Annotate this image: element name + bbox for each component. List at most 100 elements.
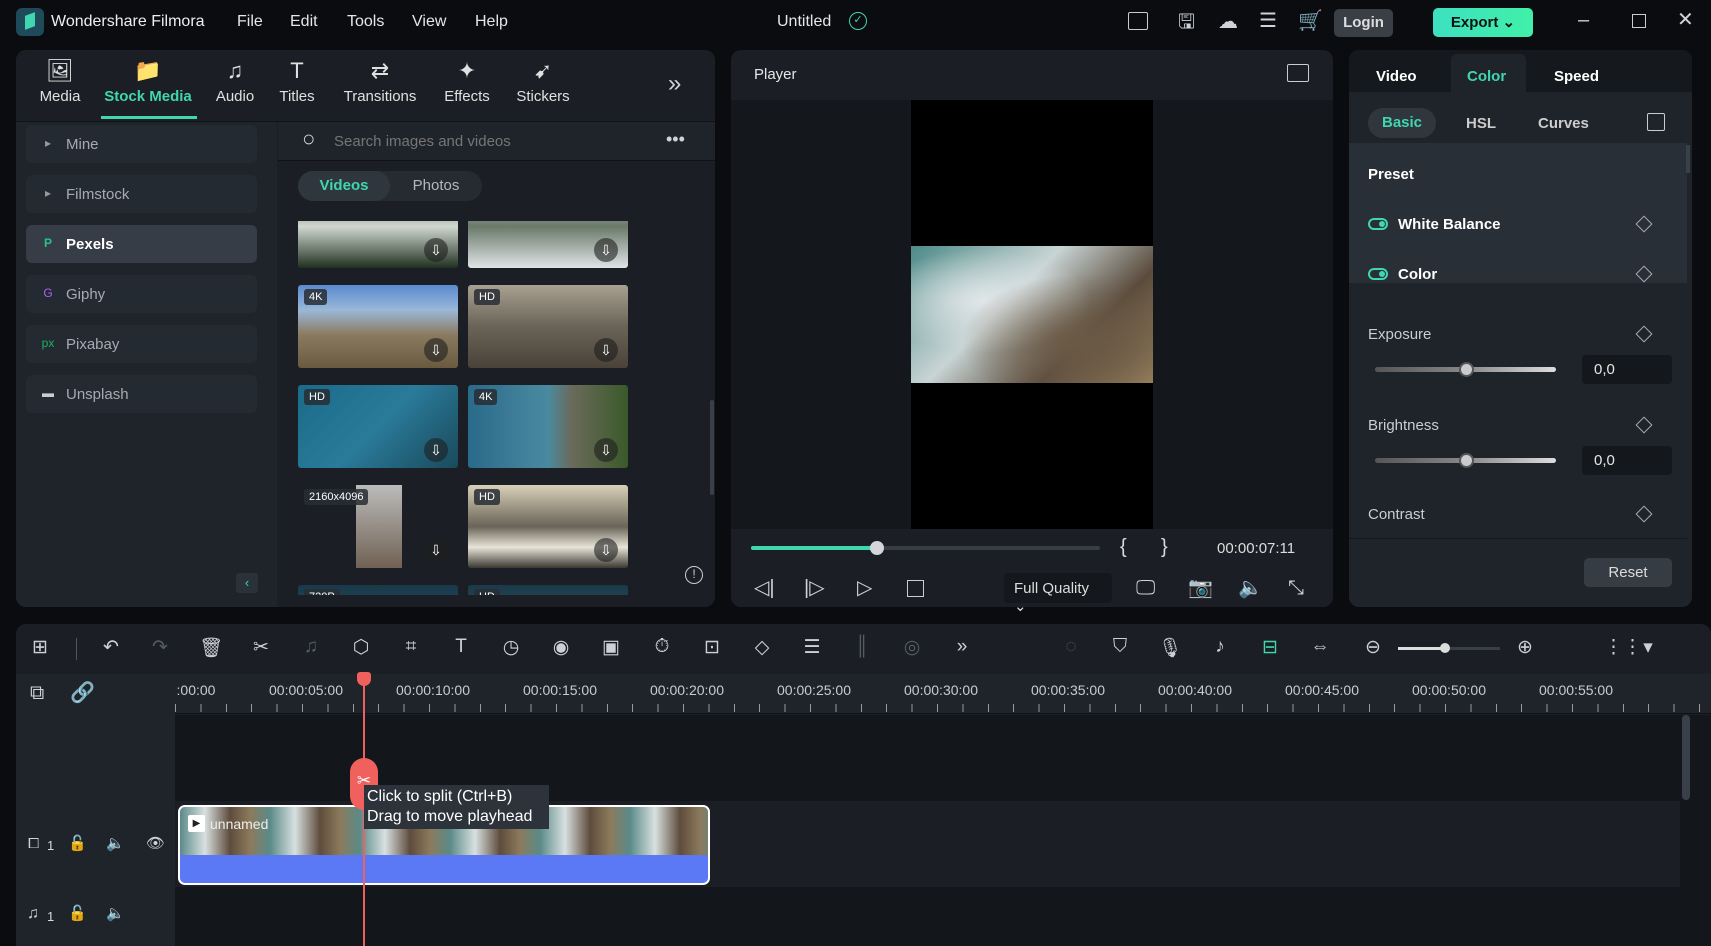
media-thumbnail[interactable]: HD⇩: [468, 285, 628, 368]
tab-color[interactable]: Color: [1467, 68, 1506, 85]
track-volume-icon[interactable]: 🔈: [106, 836, 125, 851]
media-thumbnail[interactable]: HD⇩: [468, 585, 628, 595]
media-thumbnail[interactable]: ⇩: [468, 221, 628, 268]
media-thumbnail[interactable]: 4K ⇩: [468, 385, 628, 468]
menu-file[interactable]: File: [237, 13, 263, 31]
tab-stickers[interactable]: ➹ Stickers: [498, 58, 588, 105]
fit-icon[interactable]: ⇔: [1307, 636, 1333, 658]
speed-icon[interactable]: ◷: [498, 636, 524, 659]
reset-button[interactable]: Reset: [1584, 558, 1672, 587]
adjust-icon[interactable]: ☰: [799, 636, 825, 659]
mic-icon[interactable]: 🎙: [1157, 636, 1183, 660]
scopes-icon[interactable]: [1287, 64, 1309, 82]
cut-icon[interactable]: ✂: [248, 636, 274, 659]
source-mine[interactable]: ▸ Mine: [26, 125, 257, 163]
tab-media[interactable]: 🖼 Media: [15, 58, 105, 105]
source-filmstock[interactable]: ▸ Filmstock: [26, 175, 257, 213]
zoom-knob[interactable]: [1440, 643, 1450, 653]
menu-view[interactable]: View: [412, 13, 446, 31]
tab-titles[interactable]: T Titles: [252, 58, 342, 105]
zoom-slider[interactable]: [1398, 643, 1500, 653]
hamburger-menu-icon[interactable]: ☰: [1259, 11, 1277, 31]
color-toggle[interactable]: [1368, 268, 1388, 280]
menu-edit[interactable]: Edit: [290, 13, 318, 31]
tab-transitions[interactable]: ⇄ Transitions: [335, 58, 425, 105]
marker-icon[interactable]: ⛉: [1107, 636, 1133, 658]
media-thumbnail[interactable]: 2160x4096 ⇩: [298, 485, 458, 568]
tab-stock-media[interactable]: 📁 Stock Media: [103, 58, 193, 105]
stop-icon[interactable]: [907, 580, 924, 597]
tab-video[interactable]: Video: [1376, 68, 1417, 85]
cart-icon[interactable]: 🛒: [1298, 11, 1323, 31]
audio-stretch-icon[interactable]: ║: [849, 636, 875, 658]
subtab-hsl[interactable]: HSL: [1466, 115, 1496, 132]
media-thumbnail[interactable]: HD⇩: [468, 485, 628, 568]
playhead-handle[interactable]: [357, 672, 371, 686]
zoom-out-icon[interactable]: ⊖: [1360, 636, 1386, 659]
ai-portrait-icon[interactable]: ▣: [598, 636, 624, 659]
minimize-icon[interactable]: –: [1578, 10, 1589, 30]
keyframe-tool-icon[interactable]: ◇: [749, 636, 775, 659]
close-icon[interactable]: ✕: [1677, 10, 1694, 30]
download-icon[interactable]: ⇩: [594, 538, 618, 562]
download-icon[interactable]: ⇩: [424, 338, 448, 362]
media-thumbnail[interactable]: HD⇩: [298, 385, 458, 468]
music-list-icon[interactable]: ♪: [1207, 636, 1233, 658]
more-options-icon[interactable]: •••: [666, 130, 685, 148]
slider-knob[interactable]: [1459, 362, 1474, 377]
more-tabs-icon[interactable]: »: [668, 72, 681, 96]
mark-in-button[interactable]: {: [1120, 536, 1127, 559]
white-balance-toggle[interactable]: [1368, 218, 1388, 230]
download-icon[interactable]: ⇩: [594, 238, 618, 262]
media-thumbnail[interactable]: 720P⇩: [298, 585, 458, 595]
undo-icon[interactable]: ↶: [98, 636, 124, 659]
progress-track[interactable]: [751, 546, 1100, 550]
layout-icon[interactable]: [1128, 12, 1148, 30]
slider-knob[interactable]: [1459, 453, 1474, 468]
info-icon[interactable]: !: [685, 566, 703, 584]
track-volume-icon[interactable]: 🔈: [106, 906, 125, 921]
brightness-input[interactable]: 0,0: [1582, 446, 1672, 475]
mark-out-button[interactable]: }: [1161, 536, 1168, 559]
zoom-in-icon[interactable]: ⊕: [1512, 636, 1538, 659]
render-preview-icon[interactable]: ◌: [1058, 636, 1084, 658]
progress-knob[interactable]: [869, 541, 884, 555]
brightness-slider[interactable]: [1375, 453, 1556, 468]
silence-detect-icon[interactable]: ◎: [899, 636, 925, 659]
download-icon[interactable]: ⇩: [594, 338, 618, 362]
prev-frame-icon[interactable]: ◁|: [754, 578, 775, 598]
menu-help[interactable]: Help: [475, 13, 508, 31]
media-thumbnail[interactable]: 4K ⇩: [298, 285, 458, 368]
delete-icon[interactable]: 🗑: [198, 636, 224, 660]
lock-icon[interactable]: 🔓: [68, 906, 87, 921]
cloud-icon[interactable]: ☁: [1218, 12, 1238, 32]
save-preset-icon[interactable]: [1647, 113, 1665, 131]
more-tools-icon[interactable]: »: [949, 636, 975, 658]
exposure-input[interactable]: 0,0: [1582, 355, 1672, 384]
next-frame-icon[interactable]: |▷: [804, 578, 825, 598]
save-icon[interactable]: 🖫: [1178, 12, 1195, 32]
export-button[interactable]: Export ⌄: [1433, 8, 1533, 37]
add-track-icon[interactable]: ⧉: [30, 683, 44, 703]
download-icon[interactable]: ⇩: [424, 538, 448, 562]
timer-icon[interactable]: ⏱: [649, 636, 675, 658]
exposure-slider[interactable]: [1375, 362, 1556, 377]
display-icon[interactable]: 🖵: [1136, 578, 1155, 598]
track-layout-icon[interactable]: ⋮⋮: [1604, 636, 1642, 659]
volume-icon[interactable]: 🔈: [1238, 578, 1263, 598]
redo-icon[interactable]: ↷: [147, 636, 173, 659]
grid-scrollbar[interactable]: [710, 400, 714, 495]
fullscreen-icon[interactable]: ⤡: [1288, 578, 1304, 598]
link-icon[interactable]: 🔗: [70, 683, 95, 703]
subtab-basic[interactable]: Basic: [1368, 108, 1436, 138]
photos-tab[interactable]: Photos: [390, 171, 482, 201]
maximize-icon[interactable]: [1632, 14, 1646, 28]
auto-reframe-icon[interactable]: ⊡: [699, 636, 725, 659]
play-icon[interactable]: ▷: [857, 578, 872, 598]
search-input[interactable]: [334, 130, 654, 152]
menu-tools[interactable]: Tools: [347, 13, 384, 31]
subtab-curves[interactable]: Curves: [1538, 115, 1589, 132]
quality-dropdown[interactable]: Full Quality ⌄: [1004, 573, 1112, 615]
snap-icon[interactable]: ⊟: [1257, 636, 1283, 659]
download-icon[interactable]: ⇩: [424, 238, 448, 262]
